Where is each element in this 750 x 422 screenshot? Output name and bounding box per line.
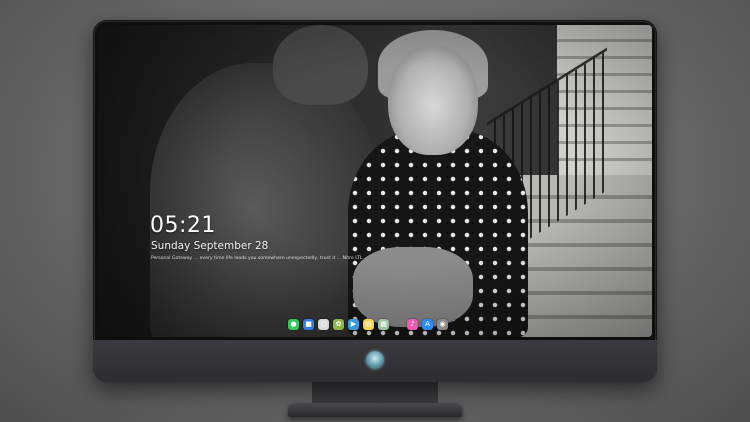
lock-screen[interactable]: 05:21 Sunday September 28 Personal Gatew… [98, 25, 652, 337]
lock-date: Sunday September 28 [151, 240, 269, 252]
camera-icon[interactable]: ◉ [437, 318, 448, 330]
photos-app-icon[interactable]: ✿ [333, 318, 344, 330]
media-app-icon[interactable]: ▶ [348, 318, 359, 330]
dock: ● ■ ◷ ✿ ▶ ▤ ▦ ♪ A ◉ [288, 317, 448, 331]
lock-clock: 05:21 [150, 213, 216, 238]
music-icon[interactable]: ♪ [407, 318, 418, 330]
clock-app-icon[interactable]: ◷ [318, 318, 329, 330]
notes-icon[interactable]: ▤ [363, 318, 374, 330]
monitor-stand-neck [312, 382, 438, 404]
lock-quote: Personal Gateway ... every time life lea… [151, 256, 363, 261]
brand-logo-icon [366, 351, 384, 369]
monitor-stand-base [288, 403, 462, 417]
messages-icon[interactable]: ● [288, 318, 299, 330]
wallpaper-vignette [98, 25, 652, 337]
finder-icon[interactable]: ■ [303, 318, 314, 330]
files-icon[interactable]: ▦ [378, 318, 389, 330]
app-store-icon[interactable]: A [422, 318, 433, 330]
